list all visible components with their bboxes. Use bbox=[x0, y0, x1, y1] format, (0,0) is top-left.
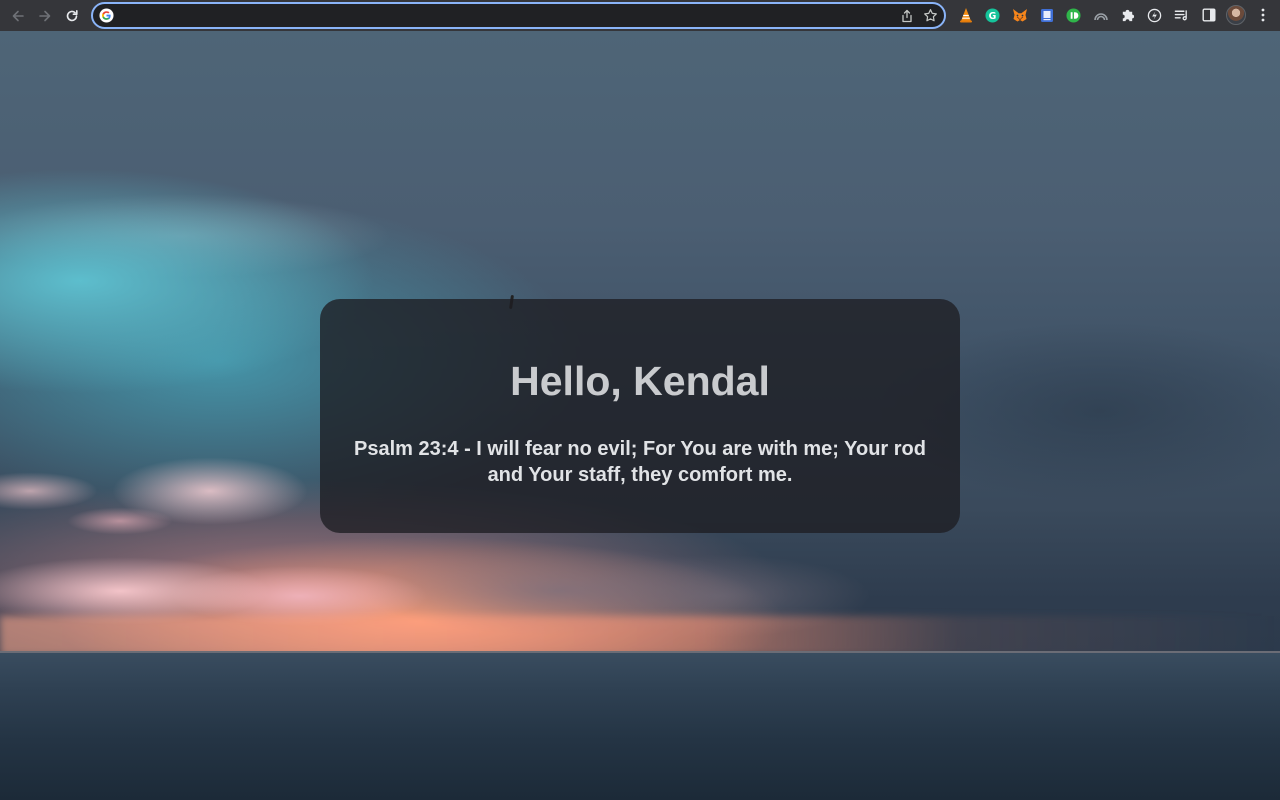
address-bar[interactable] bbox=[91, 2, 946, 29]
kebab-menu-icon bbox=[1261, 8, 1264, 22]
profile-button[interactable] bbox=[1222, 4, 1249, 26]
share-icon[interactable] bbox=[900, 9, 914, 23]
extensions-bar: G bbox=[952, 4, 1276, 26]
rainbow-icon[interactable] bbox=[1087, 4, 1114, 26]
greeting-heading: Hello, Kendal bbox=[510, 358, 770, 404]
horizon-glow bbox=[0, 616, 1280, 656]
green-badge-icon[interactable] bbox=[1060, 4, 1087, 26]
reload-icon bbox=[66, 9, 78, 21]
arrow-left-icon bbox=[12, 10, 24, 21]
star-icon[interactable] bbox=[923, 8, 938, 23]
lightning-circle-icon[interactable] bbox=[1141, 4, 1168, 26]
side-panel-icon[interactable] bbox=[1195, 4, 1222, 26]
reading-list-icon[interactable] bbox=[1168, 4, 1195, 26]
greeting-card: Hello, Kendal Psalm 23:4 - I will fear n… bbox=[320, 299, 960, 533]
puzzle-piece-icon[interactable] bbox=[1114, 4, 1141, 26]
reload-button[interactable] bbox=[59, 3, 85, 29]
verse-text: Psalm 23:4 - I will fear no evil; For Yo… bbox=[354, 438, 926, 486]
avatar bbox=[1225, 5, 1246, 25]
svg-text:G: G bbox=[989, 10, 997, 21]
metamask-fox-icon[interactable] bbox=[1006, 4, 1033, 26]
arrow-right-icon bbox=[39, 10, 51, 21]
book-icon[interactable] bbox=[1033, 4, 1060, 26]
background-sea bbox=[0, 651, 1280, 800]
vlc-cone-icon[interactable] bbox=[952, 4, 979, 26]
back-button[interactable] bbox=[5, 3, 31, 29]
menu-button[interactable] bbox=[1249, 4, 1276, 26]
grammarly-icon[interactable]: G bbox=[979, 4, 1006, 26]
address-input[interactable] bbox=[118, 4, 900, 27]
browser-window: G Hello, Kendal Psalm 23:4 - I will fear… bbox=[0, 0, 1280, 800]
google-g-icon bbox=[99, 8, 114, 23]
new-tab-page: Hello, Kendal Psalm 23:4 - I will fear n… bbox=[0, 31, 1280, 800]
forward-button[interactable] bbox=[32, 3, 58, 29]
browser-toolbar: G bbox=[0, 0, 1280, 31]
